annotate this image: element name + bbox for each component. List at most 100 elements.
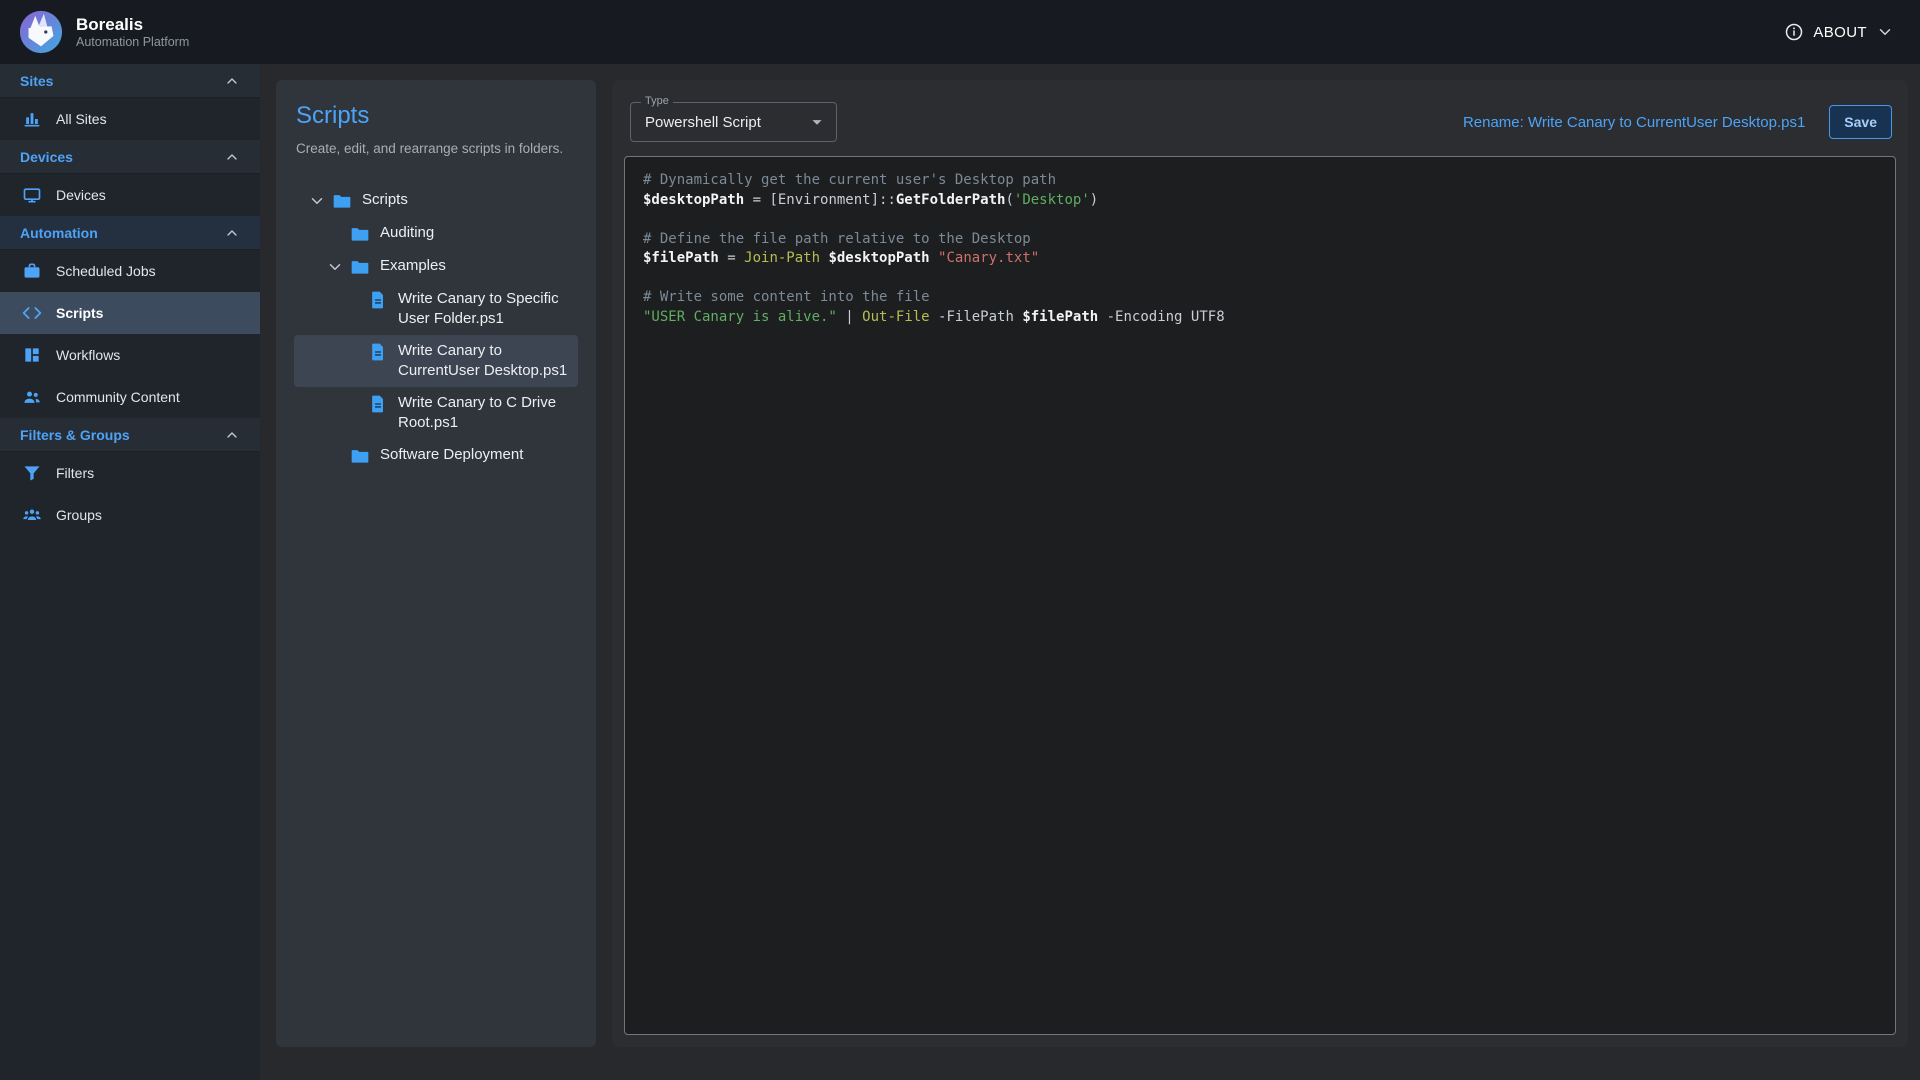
scheduled-jobs-icon [22, 261, 42, 281]
sidebar: Sites All Sites Devices Devices Automation Sc… [0, 64, 260, 1080]
toolbar-right: Rename: Write Canary to CurrentUser Desk… [1463, 105, 1892, 139]
tree-file-write-canary-to-currentuser-desktop-ps1[interactable]: Write Canary to CurrentUser Desktop.ps1 [294, 335, 578, 387]
folder-icon [350, 224, 370, 244]
editor-toolbar: Type Powershell Script Rename: Write Can… [630, 102, 1892, 142]
code-token-plain [930, 250, 938, 266]
code-token-variable: $filePath [643, 250, 719, 266]
type-select-value: Powershell Script [645, 114, 806, 131]
folder-icon [350, 446, 370, 466]
chevron-down-icon [308, 192, 326, 210]
scripts-icon [22, 303, 42, 323]
main-content: Scripts Create, edit, and rearrange scri… [260, 64, 1920, 1080]
sidebar-item-label: Scheduled Jobs [56, 263, 156, 279]
groups-icon [22, 505, 42, 525]
folder-icon [332, 191, 352, 211]
sidebar-item-label: Community Content [56, 389, 180, 405]
tree-file-write-canary-to-c-drive-root-ps1[interactable]: Write Canary to C Drive Root.ps1 [294, 387, 578, 439]
sidebar-section-devices[interactable]: Devices [0, 140, 260, 174]
scripts-panel: Scripts Create, edit, and rearrange scri… [276, 80, 596, 1047]
code-token-comment: # Write some content into the file [643, 289, 930, 305]
top-bar: Borealis Automation Platform ABOUT [0, 0, 1920, 64]
code-line [643, 269, 1877, 289]
chevron-up-icon [224, 427, 240, 443]
sidebar-section-label: Devices [20, 149, 73, 165]
code-line: # Define the file path relative to the D… [643, 230, 1877, 250]
tree-item-label: Auditing [380, 223, 434, 243]
code-token-comment: # Dynamically get the current user's Des… [643, 172, 1056, 188]
code-token-plain: = [Environment]:: [744, 192, 896, 208]
tree-item-label: Software Deployment [380, 445, 523, 465]
brand[interactable]: Borealis Automation Platform [18, 9, 189, 55]
script-type-select[interactable]: Type Powershell Script [630, 102, 837, 142]
rename-link[interactable]: Rename: Write Canary to CurrentUser Desk… [1463, 114, 1805, 131]
chevron-up-icon [224, 225, 240, 241]
sidebar-section-label: Filters & Groups [20, 427, 130, 443]
code-token-plain: -Encoding UTF8 [1098, 309, 1224, 325]
sidebar-item-label: All Sites [56, 111, 107, 127]
page-title: Scripts [296, 102, 578, 130]
tree-item-label: Write Canary to C Drive Root.ps1 [398, 393, 572, 433]
devices-icon [22, 185, 42, 205]
save-button[interactable]: Save [1829, 105, 1892, 139]
borealis-logo-icon [18, 9, 64, 55]
code-token-cmdlet: Join-Path [744, 250, 820, 266]
sidebar-item-all-sites[interactable]: All Sites [0, 98, 260, 140]
code-token-method: GetFolderPath [896, 192, 1006, 208]
panel-subtitle: Create, edit, and rearrange scripts in f… [296, 140, 578, 158]
folder-icon [350, 257, 370, 277]
code-token-plain: ) [1090, 192, 1098, 208]
select-caret-icon [806, 111, 828, 133]
about-menu[interactable]: ABOUT [1784, 22, 1894, 42]
tree-item-label: Examples [380, 256, 446, 276]
workflows-icon [22, 345, 42, 365]
editor-panel: Type Powershell Script Rename: Write Can… [612, 80, 1908, 1047]
community-content-icon [22, 387, 42, 407]
code-line: $filePath = Join-Path $desktopPath "Cana… [643, 249, 1877, 269]
chevron-up-icon [224, 149, 240, 165]
file-icon [368, 394, 388, 414]
brand-name: Borealis [76, 15, 189, 35]
code-token-plain: -FilePath [930, 309, 1023, 325]
code-token-comment: # Define the file path relative to the D… [643, 231, 1031, 247]
sidebar-item-workflows[interactable]: Workflows [0, 334, 260, 376]
sidebar-section-automation[interactable]: Automation [0, 216, 260, 250]
file-icon [368, 290, 388, 310]
tree-folder-scripts[interactable]: Scripts [294, 184, 578, 217]
sidebar-section-label: Sites [20, 73, 53, 89]
sidebar-item-devices[interactable]: Devices [0, 174, 260, 216]
code-token-variable: $filePath [1022, 309, 1098, 325]
code-editor[interactable]: # Dynamically get the current user's Des… [624, 156, 1896, 1035]
sidebar-item-groups[interactable]: Groups [0, 494, 260, 536]
tree-folder-examples[interactable]: Examples [294, 250, 578, 283]
sidebar-item-community-content[interactable]: Community Content [0, 376, 260, 418]
tree-file-write-canary-to-specific-user-folder-ps1[interactable]: Write Canary to Specific User Folder.ps1 [294, 283, 578, 335]
tree-item-label: Scripts [362, 190, 408, 210]
chevron-down-icon [326, 258, 344, 276]
sidebar-item-label: Scripts [56, 305, 103, 321]
code-token-string2: "Canary.txt" [938, 250, 1039, 266]
tree-folder-software-deployment[interactable]: Software Deployment [294, 439, 578, 472]
code-token-cmdlet: Out-File [862, 309, 929, 325]
code-token-variable: $desktopPath [828, 250, 929, 266]
sidebar-item-label: Filters [56, 465, 94, 481]
sidebar-item-label: Workflows [56, 347, 120, 363]
code-token-string: 'Desktop' [1014, 192, 1090, 208]
file-icon [368, 342, 388, 362]
script-tree: Scripts Auditing Examples Write Canary to S… [294, 184, 578, 472]
sidebar-item-scheduled-jobs[interactable]: Scheduled Jobs [0, 250, 260, 292]
sidebar-item-scripts[interactable]: Scripts [0, 292, 260, 334]
code-token-plain: ( [1005, 192, 1013, 208]
all-sites-icon [22, 109, 42, 129]
tree-folder-auditing[interactable]: Auditing [294, 217, 578, 250]
sidebar-section-filters-groups[interactable]: Filters & Groups [0, 418, 260, 452]
sidebar-item-label: Devices [56, 187, 106, 203]
about-label: ABOUT [1813, 24, 1867, 41]
chevron-up-icon [224, 73, 240, 89]
filters-icon [22, 463, 42, 483]
code-line: # Write some content into the file [643, 288, 1877, 308]
sidebar-section-sites[interactable]: Sites [0, 64, 260, 98]
info-icon [1784, 22, 1804, 42]
type-select-label: Type [641, 95, 673, 107]
sidebar-item-filters[interactable]: Filters [0, 452, 260, 494]
tree-item-label: Write Canary to CurrentUser Desktop.ps1 [398, 341, 572, 381]
